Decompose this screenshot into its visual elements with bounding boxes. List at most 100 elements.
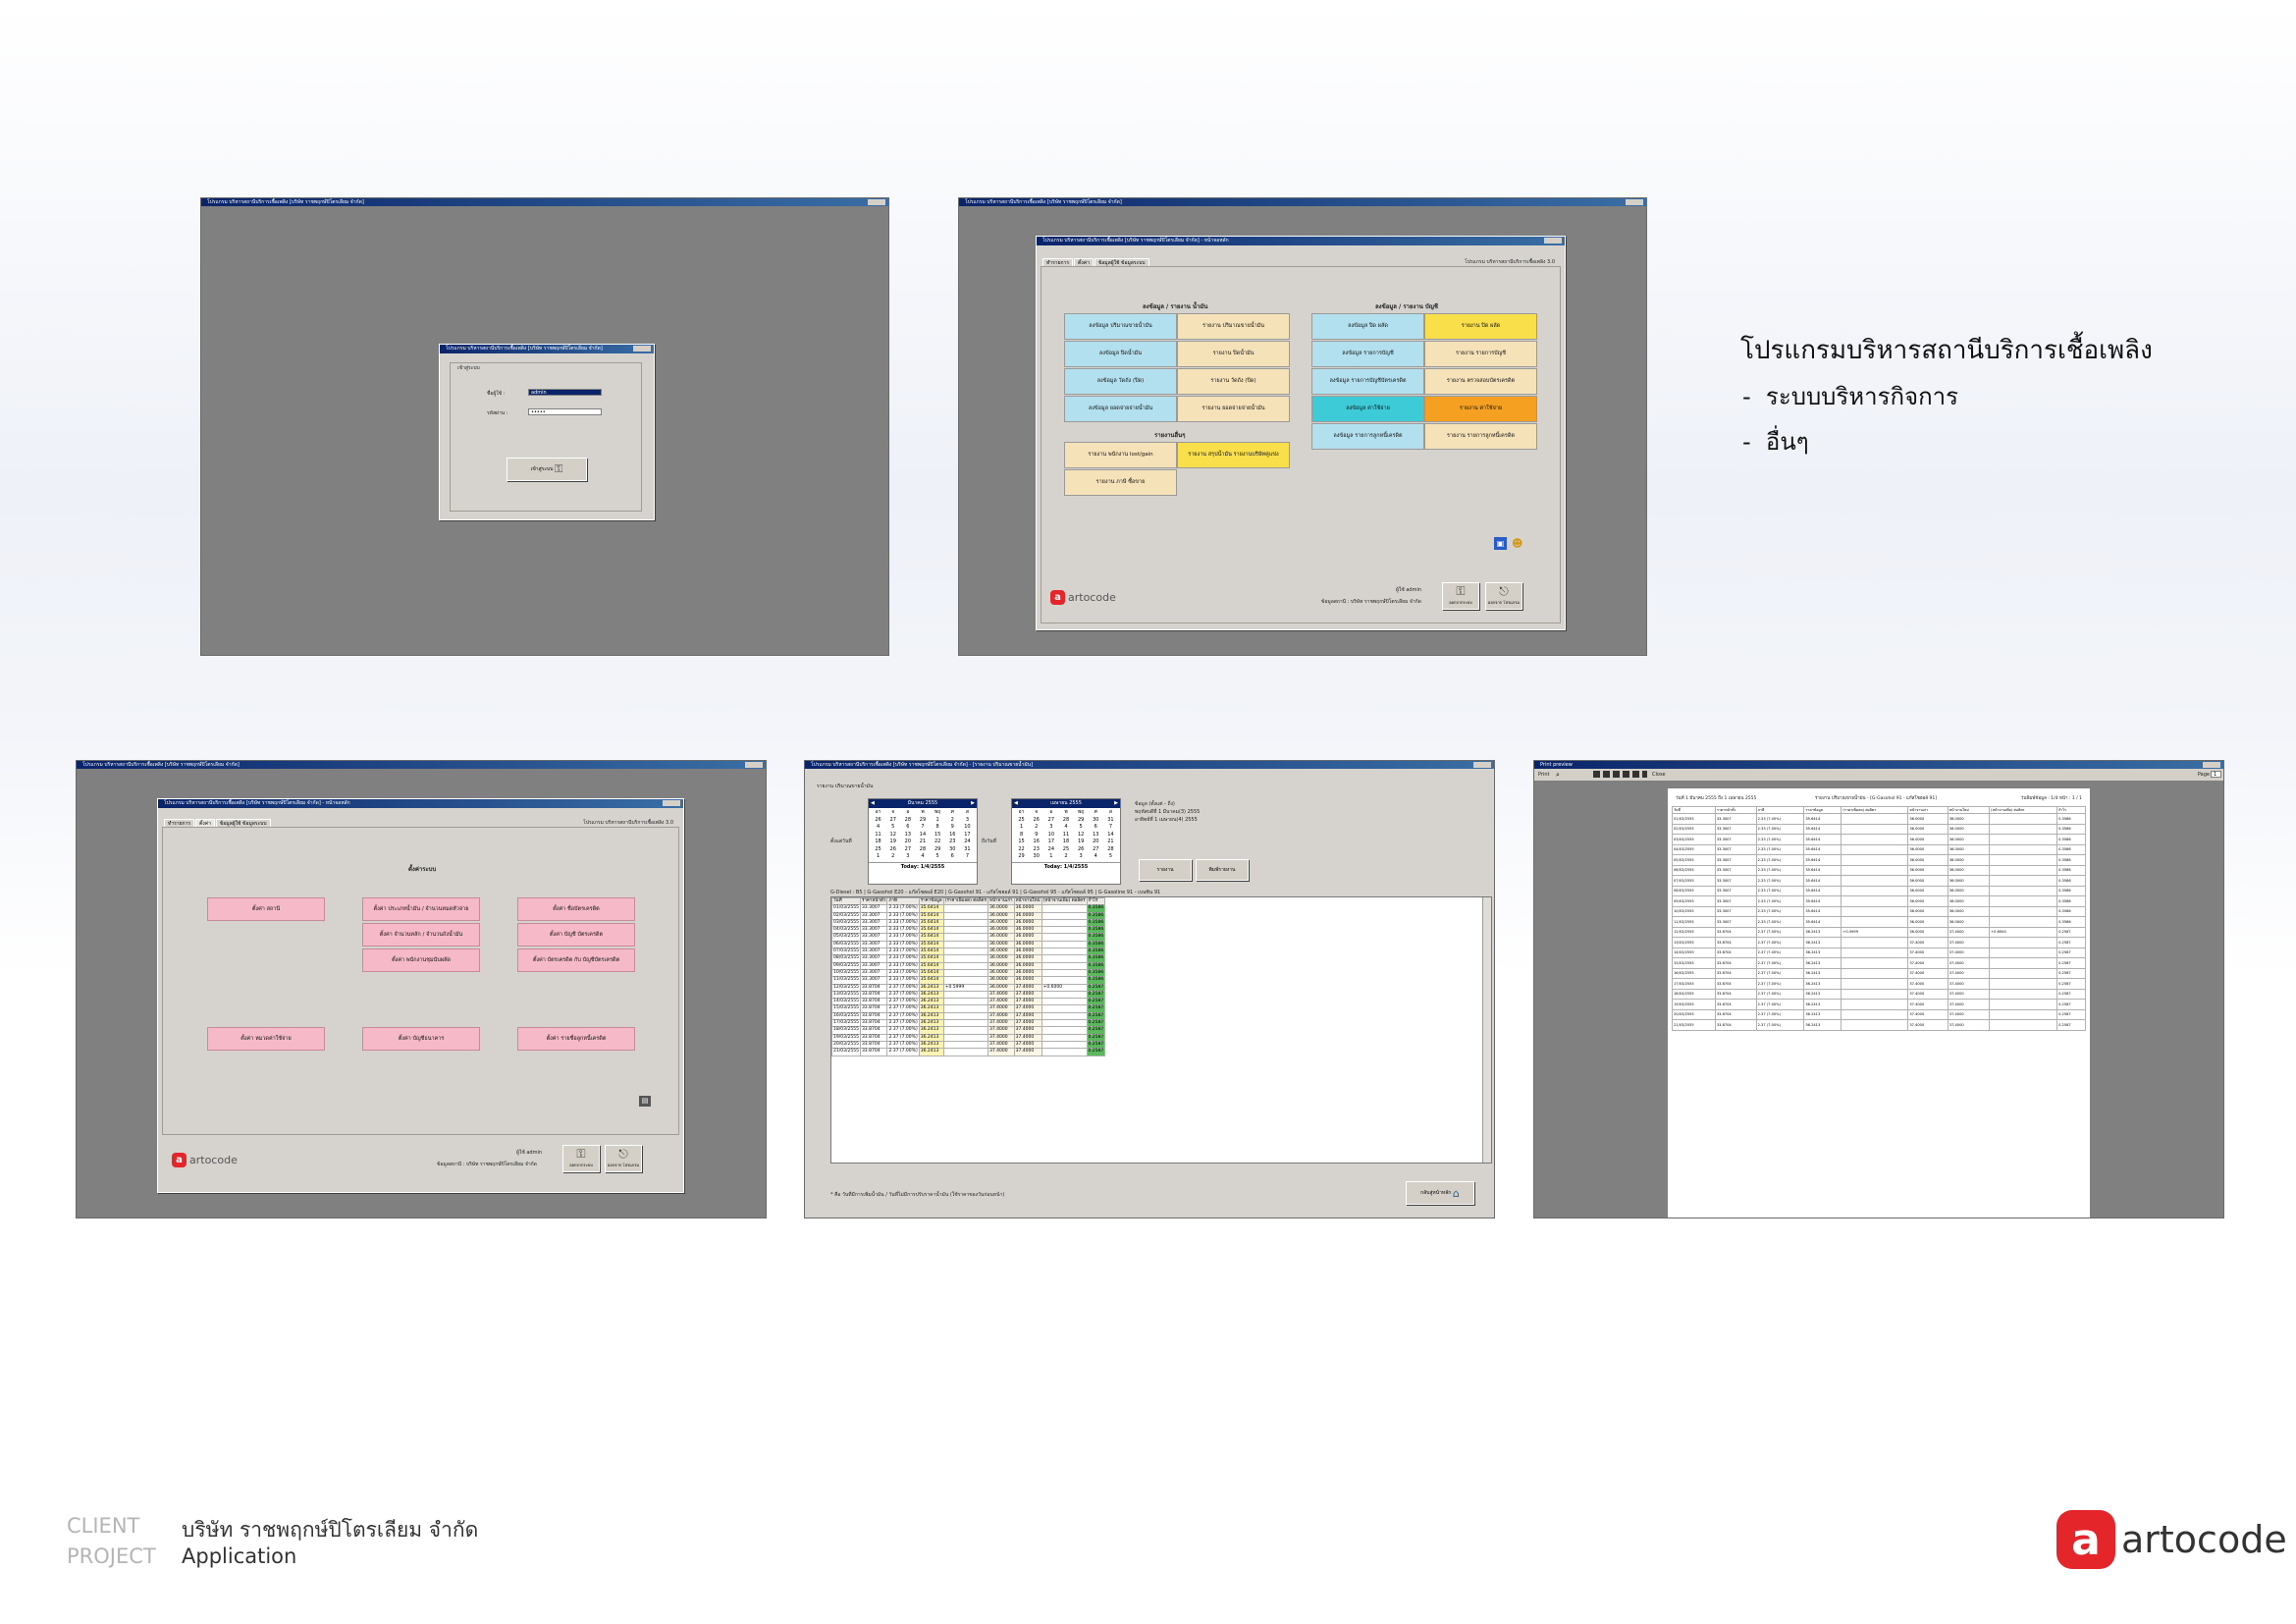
column-header[interactable]: กำไร xyxy=(1086,897,1106,906)
logout-button[interactable]: ⚿ ออกจากระบบ xyxy=(1442,582,1479,610)
calendar-day[interactable]: 21 xyxy=(1103,839,1118,846)
set-debtor-list-button[interactable]: ตั้งค่า รายชื่อลูกหนี้เครดิต xyxy=(517,1027,635,1051)
calendar-day[interactable]: 31 xyxy=(960,846,975,854)
calendar-day[interactable]: 27 xyxy=(1043,817,1058,825)
calendar-day[interactable]: 6 xyxy=(900,824,915,832)
calendar-day[interactable]: 24 xyxy=(1043,846,1058,854)
calendar-day[interactable]: 28 xyxy=(1058,817,1073,825)
calendar-day[interactable]: 26 xyxy=(1074,846,1089,854)
calendar-day[interactable]: 4 xyxy=(915,853,930,861)
set-fuel-type-button[interactable]: ตั้งค่า ประเภทน้ำมัน / จำนวนหมดหัวจ่าย xyxy=(362,897,480,921)
dialog-controls[interactable] xyxy=(1544,238,1562,244)
calendar-grid[interactable]: อาจอพพฤศส 26 27 28 29 1 2 3 4 5 6 7 8 9 10 11 12 13 14 15 16… xyxy=(869,808,977,862)
next-month-icon[interactable]: ▶ xyxy=(1114,799,1118,808)
acct-input-shift-button[interactable]: ลงข้อมูล ปิด ผลัด xyxy=(1311,313,1424,340)
calendar-day[interactable]: 12 xyxy=(1074,832,1089,839)
calendar-day[interactable]: 22 xyxy=(1014,846,1029,854)
acct-input-debtor-button[interactable]: ลงข้อมูล รายการลูกหนี้เครดิต xyxy=(1311,423,1424,450)
calendar-day[interactable]: 11 xyxy=(1058,832,1073,839)
calendar-day[interactable]: 12 xyxy=(885,832,900,839)
calendar-day[interactable]: 26 xyxy=(1029,817,1043,825)
calendar-day[interactable]: 19 xyxy=(885,839,900,846)
table-row[interactable]: 01/03/2555 33.3007 2.33 (7.00%) 35.6414 36.0… xyxy=(831,904,1106,913)
calendar-day[interactable]: 1 xyxy=(871,853,885,861)
window-controls[interactable] xyxy=(1473,762,1491,768)
calendar-day[interactable]: 30 xyxy=(1089,817,1103,825)
lock-icon[interactable]: ▤ xyxy=(639,1096,651,1107)
set-bank-account-button[interactable]: ตั้งค่า บัญชีธนาคาร xyxy=(362,1027,480,1051)
calendar-day[interactable]: 27 xyxy=(885,817,900,825)
table-row[interactable]: 02/03/2555 33.3007 2.33 (7.00%) 35.6414 36.0… xyxy=(831,911,1106,920)
calendar-day[interactable]: 22 xyxy=(931,839,945,846)
calendar-day[interactable]: 16 xyxy=(1029,839,1043,846)
report-staff-lostgain-button[interactable]: รายงาน พนักงาน lost/gain xyxy=(1064,442,1177,468)
calendar-day[interactable]: 10 xyxy=(960,824,975,832)
calendar-day[interactable]: 28 xyxy=(1103,846,1118,854)
back-home-button[interactable]: กลับสู่หน้าหลัก ⌂ xyxy=(1406,1181,1474,1205)
calendar-day[interactable]: 6 xyxy=(1089,824,1103,832)
calendar-today[interactable]: Today: 1/4/2555 xyxy=(869,861,977,871)
calendar-day[interactable]: 27 xyxy=(1089,846,1103,854)
fuel-input-close-button[interactable]: ลงข้อมูล ปิดน้ำมัน xyxy=(1064,341,1177,367)
calendar-day[interactable]: 31 xyxy=(1103,817,1118,825)
exit-button[interactable]: ⎋ ออกจาก โปรแกรม xyxy=(1485,582,1522,610)
fuel-input-tank-button[interactable]: ลงข้อมูล วัดถัง (ปิด) xyxy=(1064,368,1177,395)
report-button[interactable]: รายงาน xyxy=(1139,859,1192,881)
calendar-day[interactable]: 13 xyxy=(1089,832,1103,839)
calendar-day[interactable]: 5 xyxy=(1103,853,1118,861)
window-controls[interactable] xyxy=(868,199,885,205)
table-row[interactable]: 21/03/2555 33.8704 2.37 (7.00%) 36.2413 37.4… xyxy=(831,1048,1106,1056)
username-input[interactable]: admin xyxy=(528,389,602,396)
column-header[interactable]: ภาษี xyxy=(886,897,920,906)
calendar-day[interactable]: 23 xyxy=(1029,846,1043,854)
vertical-scrollbar[interactable] xyxy=(1482,897,1491,1163)
calendar-day[interactable]: 8 xyxy=(931,824,945,832)
window-controls[interactable] xyxy=(1626,199,1643,205)
table-row[interactable]: 19/03/2555 33.8704 2.37 (7.00%) 36.2413 37.4… xyxy=(831,1033,1106,1042)
calendar-day[interactable]: 1 xyxy=(1014,824,1029,832)
table-row[interactable]: 14/03/2555 33.8704 2.37 (7.00%) 36.2413 37.4… xyxy=(831,998,1106,1006)
set-shift-staff-button[interactable]: ตั้งค่า พนักงานชุมนับผลัด xyxy=(362,948,480,972)
calendar-day[interactable]: 11 xyxy=(871,832,885,839)
calendar-day[interactable]: 2 xyxy=(1058,853,1073,861)
dialog-controls[interactable] xyxy=(663,800,680,806)
calendar-day[interactable]: 7 xyxy=(1103,824,1118,832)
calendar-day[interactable]: 18 xyxy=(1058,839,1073,846)
table-row[interactable]: 20/03/2555 33.8704 2.37 (7.00%) 36.2413 37.4… xyxy=(831,1040,1106,1050)
calendar-day[interactable]: 2 xyxy=(945,817,960,825)
calendar-grid[interactable]: อาจอพพฤศส 25 26 27 28 29 30 31 1 2 3 4 5 6 7 8 9 10 11 12 13… xyxy=(1012,808,1120,862)
set-expense-category-button[interactable]: ตั้งค่า หมวดค่าใช้จ่าย xyxy=(207,1027,325,1051)
fuel-report-sales-button[interactable]: รายงาน ปริมาณขายน้ำมัน xyxy=(1177,313,1290,340)
acct-report-expense-button[interactable]: รายงาน ค่าใช้จ่าย xyxy=(1424,396,1537,422)
column-header[interactable]: (หน้าจานเพิ่ม) ต่อลิตร xyxy=(1041,897,1088,906)
calendar-day[interactable]: 25 xyxy=(871,846,885,854)
zoom-icon[interactable]: ⌕ xyxy=(1556,771,1560,780)
calendar-day[interactable]: 5 xyxy=(931,853,945,861)
column-header[interactable]: ราคาข้อมูล xyxy=(918,897,944,906)
table-row[interactable]: 13/03/2555 33.8704 2.37 (7.00%) 36.2413 37.4… xyxy=(831,990,1106,1000)
logout-button[interactable]: ⚿ ออกจากระบบ xyxy=(562,1145,600,1172)
calendar-day[interactable]: 21 xyxy=(915,839,930,846)
calendar-day[interactable]: 3 xyxy=(1043,824,1058,832)
calendar-day[interactable]: 14 xyxy=(915,832,930,839)
acct-input-expense-button[interactable]: ลงข้อมูล ค่าใช้จ่าย xyxy=(1311,396,1424,422)
window-controls[interactable] xyxy=(2203,762,2220,768)
set-pump-count-button[interactable]: ตั้งค่า จำนวนหลัก / จำนวนถังน้ำมัน xyxy=(362,923,480,947)
table-row[interactable]: 17/03/2555 33.8704 2.37 (7.00%) 36.2413 37.4… xyxy=(831,1019,1106,1028)
calendar-day[interactable]: 30 xyxy=(1029,853,1043,861)
calendar-day[interactable]: 9 xyxy=(945,824,960,832)
table-row[interactable]: 05/03/2555 33.3007 2.33 (7.00%) 35.6414 36.0… xyxy=(831,933,1106,942)
calendar-day[interactable]: 28 xyxy=(900,817,915,825)
fuel-input-dispense-button[interactable]: ลงข้อมูล ยอดจ่ายจ่ายน้ำมัน xyxy=(1064,396,1177,422)
page-view-icons[interactable] xyxy=(1593,771,1647,778)
page-input[interactable]: 1 xyxy=(2211,771,2221,778)
calendar-day[interactable]: 17 xyxy=(960,832,975,839)
calendar-day[interactable]: 25 xyxy=(1058,846,1073,854)
table-row[interactable]: 04/03/2555 33.3007 2.33 (7.00%) 35.6414 36.0… xyxy=(831,926,1106,935)
calendar-day[interactable]: 14 xyxy=(1103,832,1118,839)
calendar-day[interactable]: 17 xyxy=(1043,839,1058,846)
close-button[interactable]: Close xyxy=(1652,772,1666,778)
fuel-input-sales-button[interactable]: ลงข้อมูล ปริมาณขายน้ำมัน xyxy=(1064,313,1177,340)
table-row[interactable]: 15/03/2555 33.8704 2.37 (7.00%) 36.2413 37.4… xyxy=(831,1004,1106,1013)
acct-report-credit-button[interactable]: รายงาน ตรวจสอบบัตรเครดิต xyxy=(1424,368,1537,395)
